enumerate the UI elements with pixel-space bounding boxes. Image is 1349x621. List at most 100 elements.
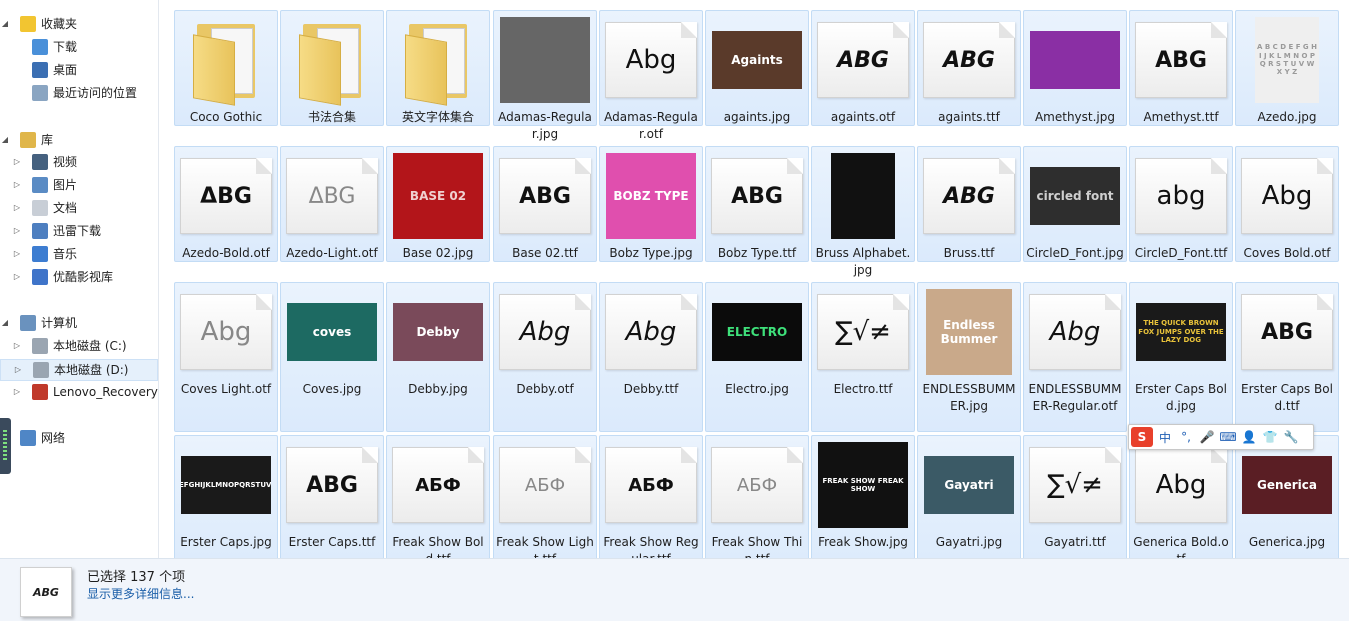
nav-favorites[interactable]: ◢ 收藏夹 [0, 14, 156, 34]
recovery-drive-icon [32, 384, 48, 400]
image-thumbnail: BASE 02 [393, 153, 483, 239]
expand-open-icon[interactable]: ◢ [0, 318, 10, 328]
nav-network[interactable]: ▷网络 [0, 428, 156, 448]
file-item[interactable]: BASE 02 Base 02.jpg [386, 146, 490, 262]
nav-drive-item[interactable]: ▷ 本地磁盘 (D:) [0, 359, 158, 381]
file-item[interactable]: Gayatri Gayatri.jpg [917, 435, 1021, 558]
file-item[interactable]: ΔBG Azedo-Bold.otf [174, 146, 278, 262]
file-name: CircleD_Font.ttf [1134, 246, 1228, 260]
file-item[interactable]: ELECTRO Electro.jpg [705, 282, 809, 432]
file-item[interactable]: ABG Erster Caps Bold.ttf [1235, 282, 1339, 432]
file-item[interactable]: Abg Debby.otf [493, 282, 597, 432]
nav-favorites-item[interactable]: 最近访问的位置 [0, 83, 156, 103]
user-icon[interactable]: 👤 [1240, 430, 1258, 444]
file-item[interactable]: ABG Bobz Type.ttf [705, 146, 809, 262]
settings-icon[interactable]: 🔧 [1282, 430, 1300, 444]
expand-closed-icon[interactable]: ▷ [12, 226, 22, 236]
file-name: Bobz Type.jpg [609, 246, 693, 260]
file-item[interactable]: Abg ENDLESSBUMMER-Regular.otf [1023, 282, 1127, 432]
file-item[interactable]: АБФ Freak Show Regular.ttf [599, 435, 703, 558]
file-item[interactable]: 英文字体集合 [386, 10, 490, 126]
nav-library-item[interactable]: ▷ 文档 [0, 198, 156, 218]
file-item[interactable]: ABG againts.ttf [917, 10, 1021, 126]
file-item[interactable]: Endless Bummer ENDLESSBUMMER.jpg [917, 282, 1021, 432]
sogou-logo-icon[interactable]: S [1131, 427, 1153, 447]
chinese-mode-icon[interactable]: 中 [1156, 429, 1174, 446]
expand-closed-icon[interactable]: ▷ [12, 249, 22, 259]
expand-closed-icon[interactable]: ▷ [13, 365, 23, 375]
file-item[interactable]: THE QUICK BROWN FOX JUMPS OVER THE LAZY … [1129, 282, 1233, 432]
file-item[interactable]: ABG Bruss.ttf [917, 146, 1021, 262]
file-item[interactable]: Debby Debby.jpg [386, 282, 490, 432]
file-item[interactable]: abg CircleD_Font.ttf [1129, 146, 1233, 262]
nav-library-item[interactable]: ▷ 视频 [0, 152, 156, 172]
file-item[interactable]: АБФ Freak Show Bold.ttf [386, 435, 490, 558]
file-thumbnail: Abg [1236, 147, 1338, 245]
file-item[interactable]: Abg Coves Bold.otf [1235, 146, 1339, 262]
nav-favorites-item[interactable]: 下载 [0, 37, 156, 57]
nav-library-item[interactable]: ▷ 优酷影视库 [0, 267, 156, 287]
details-link[interactable]: 显示更多详细信息... [87, 585, 194, 602]
font-file-icon: Abg [499, 294, 591, 370]
nav-label: 优酷影视库 [53, 270, 114, 284]
file-item[interactable]: Amethyst.jpg [1023, 10, 1127, 126]
file-item[interactable]: Abg Adamas-Regular.otf [599, 10, 703, 141]
font-preview-glyph: ABG [519, 183, 571, 209]
nav-drive-item[interactable]: ▷ 本地磁盘 (C:) [0, 336, 156, 356]
nav-libraries[interactable]: ◢ 库 [0, 130, 156, 150]
file-item[interactable]: A B C D E F G H I J K L M N O P Q R S T … [1235, 10, 1339, 126]
expand-open-icon[interactable]: ◢ [0, 135, 10, 145]
font-preview-glyph: Abg [1261, 181, 1313, 211]
expand-closed-icon[interactable]: ▷ [12, 203, 22, 213]
nav-library-item[interactable]: ▷ 音乐 [0, 244, 156, 264]
file-thumbnail: Abg [600, 11, 702, 109]
skin-icon[interactable]: 👕 [1261, 430, 1279, 444]
expand-open-icon[interactable]: ◢ [0, 19, 10, 29]
file-item[interactable]: Abg Debby.ttf [599, 282, 703, 432]
file-item[interactable]: Adamas-Regular.jpg [493, 10, 597, 141]
file-item[interactable]: 书法合集 [280, 10, 384, 126]
file-item[interactable]: circled font CircleD_Font.jpg [1023, 146, 1127, 262]
expand-closed-icon[interactable]: ▷ [12, 180, 22, 190]
nav-computer[interactable]: ◢ 计算机 [0, 313, 156, 333]
file-name: Freak Show Light.ttf [496, 535, 594, 558]
file-item[interactable]: Generica Generica.jpg [1235, 435, 1339, 558]
star-icon [20, 16, 36, 32]
file-item[interactable]: coves Coves.jpg [280, 282, 384, 432]
expand-closed-icon[interactable]: ▷ [12, 341, 22, 351]
file-name: Debby.ttf [623, 382, 679, 396]
punctuation-icon[interactable]: °, [1177, 430, 1195, 444]
file-item[interactable]: ∑√≠ Electro.ttf [811, 282, 915, 432]
file-item[interactable]: Coco Gothic [174, 10, 278, 126]
file-item[interactable]: FREAK SHOW FREAK SHOW Freak Show.jpg [811, 435, 915, 558]
nav-library-item[interactable]: ▷ 图片 [0, 175, 156, 195]
file-name: Erster Caps Bold.jpg [1135, 382, 1227, 413]
keyboard-icon[interactable]: ⌨ [1219, 430, 1237, 444]
nav-favorites-item[interactable]: 桌面 [0, 60, 156, 80]
file-item[interactable]: ABG againts.otf [811, 10, 915, 126]
file-item[interactable]: ΔBG Azedo-Light.otf [280, 146, 384, 262]
file-item[interactable]: ABCDEFGHIJKLMNOPQRSTUVWXYZ Erster Caps.jp… [174, 435, 278, 558]
file-item[interactable]: BOBZ TYPE Bobz Type.jpg [599, 146, 703, 262]
file-item[interactable]: ∑√≠ Gayatri.ttf [1023, 435, 1127, 558]
font-file-icon: ABG [817, 22, 909, 98]
file-item[interactable]: АБФ Freak Show Light.ttf [493, 435, 597, 558]
file-item[interactable]: Abg Coves Light.otf [174, 282, 278, 432]
expand-closed-icon[interactable]: ▷ [12, 272, 22, 282]
file-item[interactable]: ABG Base 02.ttf [493, 146, 597, 262]
file-item[interactable]: Abg Generica Bold.otf [1129, 435, 1233, 558]
file-thumbnail [1024, 11, 1126, 109]
nav-library-item[interactable]: ▷ 迅雷下载 [0, 221, 156, 241]
microphone-icon[interactable]: 🎤 [1198, 430, 1216, 444]
image-thumbnail: Debby [393, 303, 483, 361]
nav-drive-item[interactable]: ▷ Lenovo_Recovery ( [0, 382, 158, 402]
file-name: Generica Bold.otf [1133, 535, 1229, 558]
file-item[interactable]: ABG Erster Caps.ttf [280, 435, 384, 558]
file-item[interactable]: АБФ Freak Show Thin.ttf [705, 435, 809, 558]
expand-closed-icon[interactable]: ▷ [12, 387, 22, 397]
file-item[interactable]: Bruss Alphabet.jpg [811, 146, 915, 277]
expand-closed-icon[interactable]: ▷ [12, 157, 22, 167]
file-item[interactable]: ABG Amethyst.ttf [1129, 10, 1233, 126]
ime-toolbar[interactable]: S 中 °, 🎤 ⌨ 👤 👕 🔧 [1128, 424, 1314, 450]
file-item[interactable]: Againts againts.jpg [705, 10, 809, 126]
